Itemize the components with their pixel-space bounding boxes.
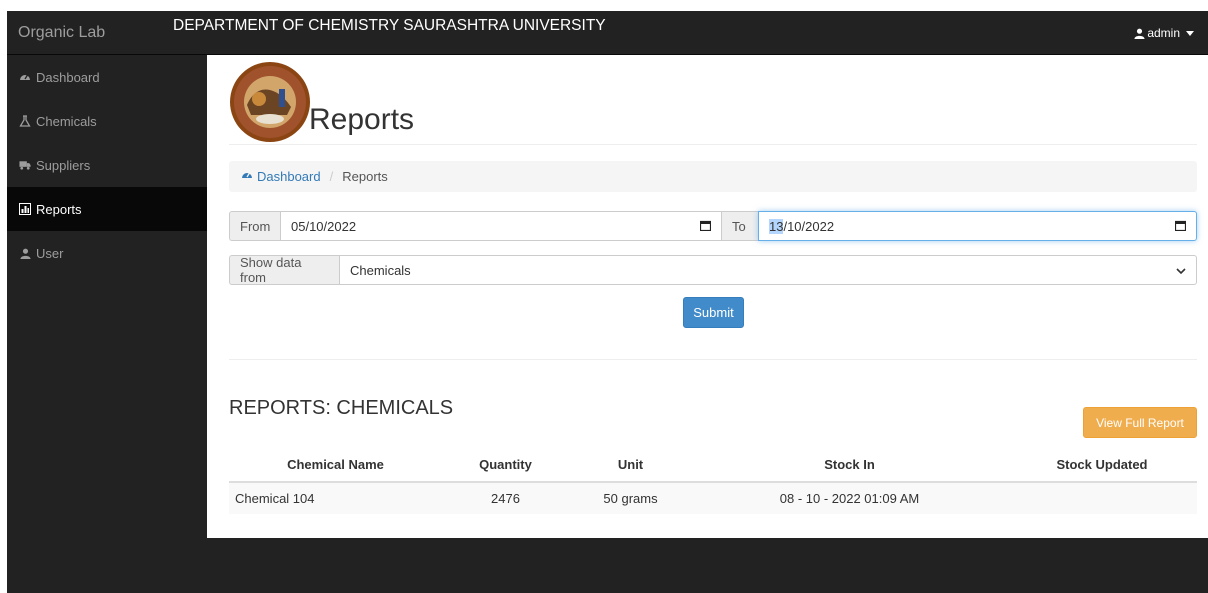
sidebar-item-label: Dashboard (36, 69, 100, 85)
to-date-value: 13/10/2022 (769, 218, 835, 234)
column-header: Stock Updated (1007, 447, 1197, 483)
from-date-value: 05/10/2022 (291, 218, 357, 234)
sidebar-item-label: User (36, 245, 64, 261)
to-date-day-selected: 13 (769, 218, 784, 234)
column-header: Stock In (692, 447, 1007, 483)
breadcrumb-separator: / (329, 169, 334, 184)
sidebar-item-chemicals[interactable]: Chemicals (7, 99, 207, 143)
data-source-group: Show data from Chemicals (229, 255, 1197, 285)
table-row: Chemical 104 2476 50 grams 08 - 10 - 202… (229, 482, 1197, 514)
to-date-input[interactable]: 13/10/2022 (758, 211, 1197, 241)
column-header: Quantity (442, 447, 569, 483)
dashboard-icon (241, 169, 253, 184)
report-table: Chemical Name Quantity Unit Stock In Sto… (229, 447, 1197, 514)
cell-unit: 50 grams (569, 482, 692, 514)
source-selected-value: Chemicals (350, 262, 411, 278)
breadcrumb: Dashboard / Reports (229, 161, 1197, 192)
sidebar-item-label: Suppliers (36, 157, 91, 173)
truck-icon (19, 159, 31, 171)
sidebar: Dashboard Chemicals Suppliers Reports Us… (7, 55, 207, 593)
bar-chart-icon (19, 203, 31, 215)
department-title: DEPARTMENT OF CHEMISTRY SAURASHTRA UNIVE… (173, 17, 606, 34)
to-date-rest: /10/2022 (783, 218, 835, 234)
sidebar-item-reports[interactable]: Reports (7, 187, 207, 231)
user-menu[interactable]: admin (1134, 26, 1194, 40)
from-label: From (229, 211, 280, 241)
university-logo (229, 61, 311, 143)
sidebar-item-dashboard[interactable]: Dashboard (7, 55, 207, 99)
source-select[interactable]: Chemicals (339, 255, 1197, 285)
sidebar-item-label: Reports (36, 201, 82, 217)
table-header-row: Chemical Name Quantity Unit Stock In Sto… (229, 447, 1197, 483)
report-title: REPORTS: CHEMICALS (229, 397, 454, 419)
app-frame: Organic Lab DEPARTMENT OF CHEMISTRY SAUR… (7, 11, 1208, 593)
cell-stock-in: 08 - 10 - 2022 01:09 AM (692, 482, 1007, 514)
column-header: Chemical Name (229, 447, 442, 483)
chevron-down-icon (1176, 263, 1186, 278)
dashboard-icon (19, 71, 31, 83)
page-header: Reports (229, 61, 1197, 145)
column-header: Unit (569, 447, 692, 483)
calendar-icon[interactable] (699, 219, 712, 234)
date-range-group: From 05/10/2022 To 13/10/2022 (229, 211, 1197, 241)
sidebar-item-suppliers[interactable]: Suppliers (7, 143, 207, 187)
user-icon (19, 247, 31, 259)
page-title: Reports (309, 103, 415, 136)
breadcrumb-home-label: Dashboard (257, 169, 321, 184)
calendar-icon[interactable] (1174, 219, 1187, 234)
sidebar-item-label: Chemicals (36, 113, 97, 129)
caret-down-icon (1186, 30, 1194, 36)
view-full-report-button[interactable]: View Full Report (1083, 407, 1197, 438)
source-label: Show data from (229, 255, 339, 285)
sidebar-item-user[interactable]: User (7, 231, 207, 275)
user-name: admin (1147, 26, 1180, 40)
cell-chemical-name: Chemical 104 (229, 482, 442, 514)
to-label: To (722, 211, 758, 241)
cell-quantity: 2476 (442, 482, 569, 514)
cell-stock-updated (1007, 482, 1197, 514)
breadcrumb-current: Reports (342, 169, 388, 184)
section-divider (229, 359, 1197, 360)
from-date-input[interactable]: 05/10/2022 (280, 211, 722, 241)
main-content: Reports Dashboard / Reports From 05/10/2… (207, 55, 1208, 538)
top-navbar: Organic Lab DEPARTMENT OF CHEMISTRY SAUR… (7, 11, 1208, 55)
flask-icon (19, 115, 31, 127)
user-icon (1134, 28, 1145, 39)
submit-button[interactable]: Submit (683, 297, 744, 328)
brand-link[interactable]: Organic Lab (18, 24, 105, 42)
breadcrumb-dashboard-link[interactable]: Dashboard (241, 169, 321, 184)
